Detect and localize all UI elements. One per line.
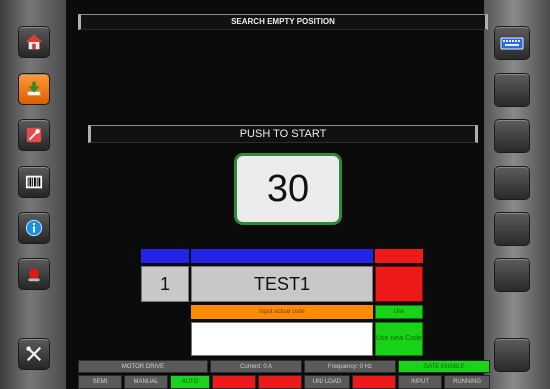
input-status: INPUT — [398, 375, 442, 389]
use-button[interactable]: Use — [375, 305, 423, 319]
gate-enable-status: GATE ENABLE — [398, 360, 490, 373]
page-title: SEARCH EMPTY POSITION — [78, 14, 488, 30]
code-header — [191, 249, 373, 263]
keyboard-icon — [500, 37, 524, 50]
motor-drive-status: MOTOR DRIVE — [78, 360, 208, 373]
right-slot-button-1[interactable] — [494, 73, 530, 107]
hmi-screen: SEARCH EMPTY POSITION PUSH TO START 30 1… — [0, 0, 550, 389]
right-slot-button-4[interactable] — [494, 212, 530, 246]
right-slot-button-2[interactable] — [494, 119, 530, 153]
red-header — [375, 249, 423, 263]
home-icon — [25, 34, 43, 50]
barcode-button[interactable] — [18, 166, 50, 198]
right-slot-button-5[interactable] — [494, 258, 530, 292]
maintenance-button[interactable] — [18, 338, 50, 370]
right-slot-button-6[interactable] — [494, 338, 530, 372]
download-icon — [27, 81, 41, 96]
info-icon — [25, 219, 43, 237]
alarm-button[interactable] — [18, 258, 50, 290]
frequency-status: Frequency: 0 Hz — [304, 360, 396, 373]
right-slot-button-3[interactable] — [494, 166, 530, 200]
push-to-start-banner[interactable]: PUSH TO START — [88, 125, 478, 143]
code-value: TEST1 — [191, 266, 373, 302]
position-value: 1 — [141, 266, 189, 302]
alarm-light-icon — [28, 268, 40, 282]
current-status: Current: 0 A — [210, 360, 302, 373]
download-button[interactable] — [18, 73, 50, 105]
tools-icon — [26, 127, 42, 143]
red-action-button[interactable] — [375, 266, 423, 302]
running-status: RUNNING — [444, 375, 490, 389]
right-nav-rail — [484, 0, 550, 389]
actual-code-input[interactable] — [191, 322, 373, 356]
mode-semi[interactable]: SEMI — [78, 375, 122, 389]
status-red-3 — [352, 375, 396, 389]
info-button[interactable] — [18, 212, 50, 244]
position-header — [141, 249, 189, 263]
settings-tools-icon — [26, 346, 42, 362]
status-red-2 — [258, 375, 302, 389]
counter-display: 30 — [234, 153, 342, 225]
left-nav-rail — [0, 0, 66, 389]
input-actual-code-label: Input actual code — [191, 305, 373, 319]
status-red-1 — [212, 375, 256, 389]
mode-auto[interactable]: AUTO — [170, 375, 210, 389]
mode-manual[interactable]: MANUAL — [124, 375, 168, 389]
home-button[interactable] — [18, 26, 50, 58]
use-new-code-button[interactable]: Use new Code — [375, 322, 423, 356]
tools-button[interactable] — [18, 119, 50, 151]
keyboard-button[interactable] — [494, 26, 530, 60]
barcode-icon — [25, 175, 43, 189]
unload-status: UN/ LOAD — [304, 375, 350, 389]
